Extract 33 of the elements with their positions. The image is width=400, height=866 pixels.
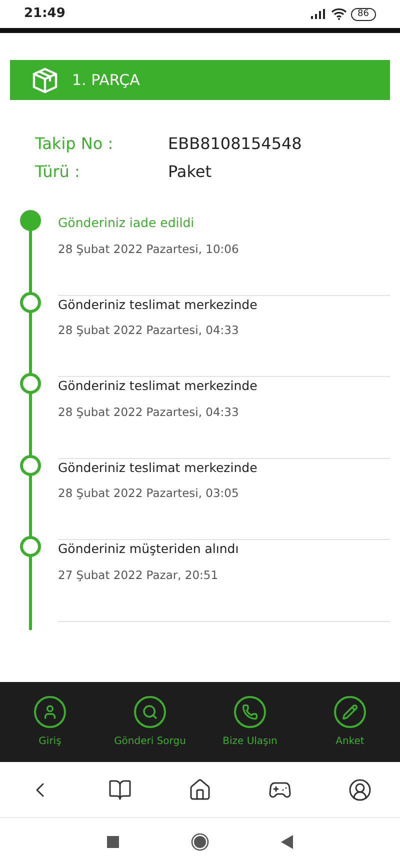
nav-button[interactable]: Anket [300,696,400,748]
battery-indicator: 86 [350,8,376,20]
nav-button[interactable]: Gönderi Sorgu [100,696,200,748]
event-title: Gönderiniz teslimat merkezinde [58,458,258,476]
nav-button[interactable]: Bize Ulaşın [200,696,300,748]
box-icon [30,65,60,95]
event-date: 27 Şubat 2022 Pazar, 20:51 [58,566,220,584]
event-title: Gönderiniz iade edildi [58,214,196,232]
wifi-icon [330,8,347,20]
event-title: Gönderiniz teslimat merkezinde [58,377,258,395]
nav-button[interactable]: Giriş [0,696,100,748]
back-icon[interactable] [281,835,293,849]
event-date: 28 Şubat 2022 Pazartesi, 04:33 [58,322,240,340]
home-icon[interactable] [191,833,209,851]
event-title: Gönderiniz teslimat merkezinde [58,296,258,314]
home-icon[interactable] [188,778,212,802]
event-title: Gönderiniz müşteriden alındı [58,540,240,558]
book-icon[interactable] [108,778,132,802]
event-date: 28 Şubat 2022 Pazartesi, 03:05 [58,485,240,502]
event-date: 28 Şubat 2022 Pazartesi, 04:33 [58,404,240,421]
section-title: 1. PARÇA [72,70,140,91]
info-value: Paket [168,161,212,183]
phone-icon [234,696,266,728]
user-icon [34,696,66,728]
info-label: Türü : [35,161,81,183]
status-time: 21:49 [24,5,66,24]
search-icon [134,696,166,728]
info-label: Takip No : [35,133,114,155]
signal-icon [310,9,327,19]
pencil-icon [334,696,366,728]
event-date: 28 Şubat 2022 Pazartesi, 10:06 [58,240,240,258]
info-value: EBB8108154548 [168,133,302,155]
profile-icon[interactable] [348,778,372,802]
